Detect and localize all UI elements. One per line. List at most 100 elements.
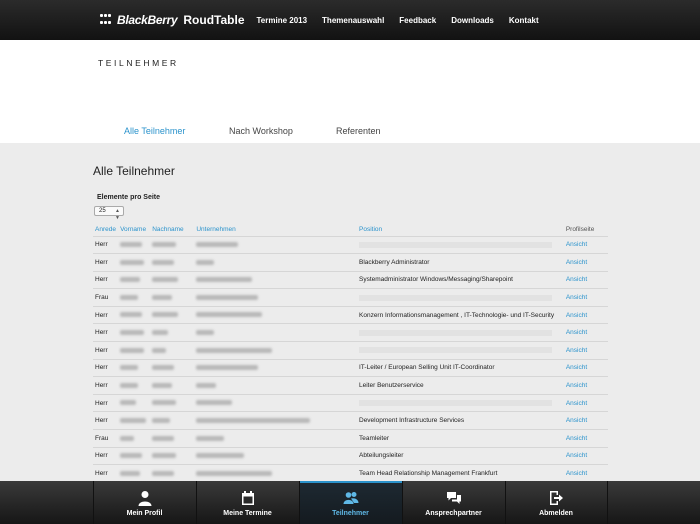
tab-nach-workshop[interactable]: Nach Workshop bbox=[229, 126, 293, 136]
column-header-nachname[interactable]: Nachname bbox=[150, 223, 194, 236]
table-row: Herr IT-Leiter / European Selling Unit IT… bbox=[93, 358, 608, 377]
cell-nachname-redacted bbox=[150, 429, 195, 448]
select-arrows-icon: ▲ ▼ bbox=[115, 208, 120, 221]
cell-unternehmen-redacted bbox=[194, 411, 357, 430]
profile-link[interactable]: Ansicht bbox=[563, 411, 608, 430]
cell-anrede: Herr bbox=[93, 393, 119, 412]
participants-table: Anrede Vorname Nachname Unternehmen Posi… bbox=[93, 223, 608, 483]
cell-nachname-redacted bbox=[150, 270, 195, 289]
cell-unternehmen-redacted bbox=[194, 288, 357, 307]
cell-nachname-redacted bbox=[150, 358, 195, 377]
column-header-unternehmen[interactable]: Unternehmen bbox=[194, 223, 357, 236]
cell-vorname-redacted bbox=[118, 446, 151, 465]
table-row: Herr Leiter Benutzerservice Ansicht bbox=[93, 376, 608, 395]
cell-unternehmen-redacted bbox=[194, 305, 357, 324]
cell-nachname-redacted bbox=[150, 341, 195, 360]
cell-unternehmen-redacted bbox=[194, 393, 357, 412]
table-row: Frau Ansicht bbox=[93, 288, 608, 307]
cell-anrede: Herr bbox=[93, 341, 119, 360]
profile-link[interactable]: Ansicht bbox=[563, 270, 608, 289]
bottom-nav-mein-profil[interactable]: Mein Profil bbox=[92, 481, 196, 524]
table-row: Herr Blackberry Administrator Ansicht bbox=[93, 253, 608, 272]
cell-vorname-redacted bbox=[118, 429, 151, 448]
column-header-profilseite: Profilseite bbox=[565, 225, 595, 233]
per-page-label: Elemente pro Seite bbox=[97, 194, 161, 201]
bottom-nav-label: Abmelden bbox=[539, 510, 573, 517]
nav-downloads[interactable]: Downloads bbox=[451, 16, 494, 25]
active-tab-indicator bbox=[149, 100, 165, 108]
blackberry-logo-icon bbox=[100, 14, 114, 26]
bottom-nav-label: Teilnehmer bbox=[332, 510, 369, 517]
tab-alle-teilnehmer[interactable]: Alle Teilnehmer bbox=[124, 126, 185, 136]
main-nav: Termine 2013 Themenauswahl Feedback Down… bbox=[257, 16, 554, 25]
profile-link[interactable]: Ansicht bbox=[563, 358, 608, 377]
profile-link[interactable]: Ansicht bbox=[563, 393, 608, 412]
cell-unternehmen-redacted bbox=[194, 341, 357, 360]
cell-nachname-redacted bbox=[150, 235, 195, 254]
cell-unternehmen-redacted bbox=[194, 446, 357, 465]
table-row: Herr Team Head Relationship Management Fr… bbox=[93, 464, 608, 483]
tab-bar: Alle Teilnehmer Nach Workshop Referenten bbox=[0, 126, 700, 140]
bottom-nav-abmelden[interactable]: Abmelden bbox=[504, 481, 608, 524]
cell-unternehmen-redacted bbox=[194, 358, 357, 377]
page-header: TEILNEHMER Alle Teilnehmer Nach Workshop… bbox=[0, 40, 700, 143]
cell-unternehmen-redacted bbox=[194, 429, 357, 448]
profile-link[interactable]: Ansicht bbox=[563, 305, 608, 324]
cell-unternehmen-redacted bbox=[194, 376, 357, 395]
bottom-nav-teilnehmer[interactable]: Teilnehmer bbox=[298, 481, 402, 524]
cell-position: Leiter Benutzerservice bbox=[357, 376, 564, 395]
nav-termine[interactable]: Termine 2013 bbox=[257, 16, 308, 25]
cell-anrede: Herr bbox=[93, 305, 119, 324]
table-row: Herr Ansicht bbox=[93, 393, 608, 412]
cell-position: Teamleiter bbox=[357, 429, 564, 448]
cell-unternehmen-redacted bbox=[194, 253, 357, 272]
brand[interactable]: BlackBerry RoudTable bbox=[100, 13, 245, 27]
cell-anrede: Herr bbox=[93, 376, 119, 395]
cell-anrede: Frau bbox=[93, 288, 119, 307]
tab-referenten[interactable]: Referenten bbox=[336, 126, 381, 136]
profile-link[interactable]: Ansicht bbox=[563, 376, 608, 395]
nav-kontakt[interactable]: Kontakt bbox=[509, 16, 539, 25]
cell-anrede: Herr bbox=[93, 253, 119, 272]
profile-link[interactable]: Ansicht bbox=[563, 341, 608, 360]
cell-vorname-redacted bbox=[118, 253, 151, 272]
empty-position-bar bbox=[359, 347, 552, 354]
cell-position: Team Head Relationship Management Frankf… bbox=[357, 464, 564, 483]
per-page-select[interactable]: 25 ▲ ▼ bbox=[94, 206, 124, 221]
column-header-position[interactable]: Position bbox=[357, 223, 564, 236]
top-navigation-bar: BlackBerry RoudTable Termine 2013 Themen… bbox=[0, 0, 700, 40]
bottom-nav-ansprechpartner[interactable]: Ansprechpartner bbox=[401, 481, 505, 524]
logout-icon bbox=[550, 491, 563, 505]
calendar-icon bbox=[241, 491, 254, 505]
cell-unternehmen-redacted bbox=[194, 235, 357, 254]
column-header-anrede[interactable]: Anrede bbox=[93, 223, 118, 236]
chat-icon bbox=[446, 492, 461, 504]
profile-link[interactable]: Ansicht bbox=[563, 235, 608, 254]
profile-link[interactable]: Ansicht bbox=[563, 429, 608, 448]
cell-anrede: Herr bbox=[93, 270, 119, 289]
profile-link[interactable]: Ansicht bbox=[563, 253, 608, 272]
column-header-vorname[interactable]: Vorname bbox=[118, 223, 150, 236]
cell-position: Abteilungsleiter bbox=[357, 446, 564, 465]
cell-anrede: Frau bbox=[93, 429, 119, 448]
profile-link[interactable]: Ansicht bbox=[563, 288, 608, 307]
profile-link[interactable]: Ansicht bbox=[563, 464, 608, 483]
cell-vorname-redacted bbox=[118, 411, 151, 430]
table-row: Herr Development Infrastructure Services A… bbox=[93, 411, 608, 430]
nav-themenauswahl[interactable]: Themenauswahl bbox=[322, 16, 384, 25]
profile-link[interactable]: Ansicht bbox=[563, 323, 608, 342]
people-icon bbox=[343, 492, 358, 504]
profile-link[interactable]: Ansicht bbox=[563, 446, 608, 465]
cell-nachname-redacted bbox=[150, 253, 195, 272]
cell-vorname-redacted bbox=[118, 464, 151, 483]
cell-position: Development Infrastructure Services bbox=[357, 411, 564, 430]
cell-unternehmen-redacted bbox=[194, 270, 357, 289]
brand-name: BlackBerry bbox=[117, 13, 178, 27]
cell-anrede: Herr bbox=[93, 323, 119, 342]
nav-feedback[interactable]: Feedback bbox=[399, 16, 436, 25]
bottom-nav-meine-termine[interactable]: Meine Termine bbox=[195, 481, 299, 524]
cell-nachname-redacted bbox=[150, 288, 195, 307]
cell-position: Systemadministrator Windows/Messaging/Sh… bbox=[357, 270, 564, 289]
cell-position bbox=[357, 393, 564, 412]
empty-position-bar bbox=[359, 294, 552, 301]
